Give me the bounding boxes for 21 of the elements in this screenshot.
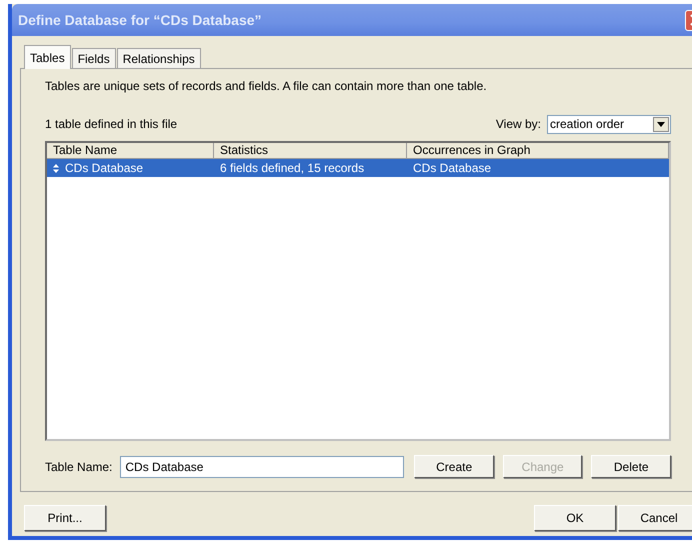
tab[interactable]: Fields bbox=[72, 48, 116, 68]
ok-button[interactable]: OK bbox=[534, 505, 616, 531]
tab[interactable]: Relationships bbox=[116, 48, 201, 68]
print-button[interactable]: Print... bbox=[24, 505, 106, 531]
table-cell: 6 fields defined, 15 records bbox=[220, 161, 364, 175]
tab[interactable]: Tables bbox=[24, 45, 71, 69]
action-button[interactable]: Delete bbox=[591, 455, 672, 478]
table-row[interactable]: CDs Database 6 fields defined, 15 records CDs Database bbox=[47, 159, 669, 177]
cancel-button[interactable]: Cancel bbox=[618, 505, 692, 531]
table-count-label: 1 table defined in this file bbox=[45, 117, 178, 131]
window-title: Define Database for “CDs Database” bbox=[18, 12, 262, 28]
table-cell: CDs Database bbox=[65, 161, 144, 175]
view-by-label: View by: bbox=[496, 117, 541, 131]
view-by-dropdown[interactable]: creation order bbox=[547, 114, 671, 134]
table-name-field[interactable]: CDs Database bbox=[120, 456, 404, 478]
action-button[interactable]: Create bbox=[414, 455, 494, 478]
description-text: Tables are unique sets of records and fields. A file can contain more than one table. bbox=[45, 79, 488, 95]
table-cell: CDs Database bbox=[413, 161, 492, 175]
dropdown-arrow-icon bbox=[657, 122, 665, 126]
table-name-label: Table Name: bbox=[45, 460, 112, 474]
reorder-handle-icon[interactable] bbox=[53, 164, 59, 172]
